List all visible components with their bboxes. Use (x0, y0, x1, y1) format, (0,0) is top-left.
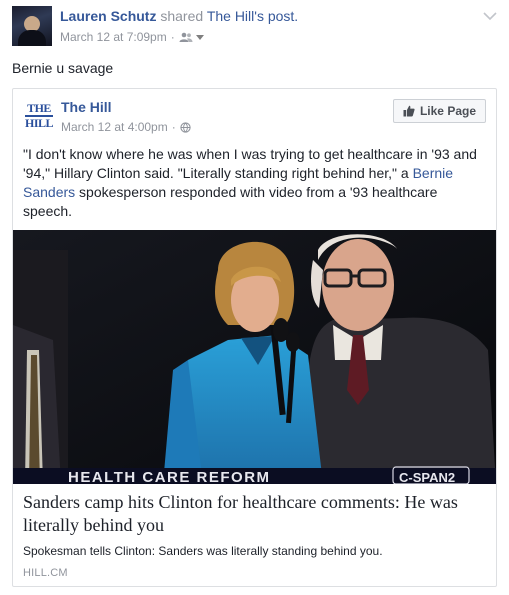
cspan-bug-text: C-SPAN2 (399, 470, 455, 484)
post-message: Bernie u savage (12, 60, 114, 76)
page-name-link[interactable]: The Hill (61, 99, 112, 115)
link-domain: HILL.CM (23, 567, 68, 579)
photo-banner-text: HEALTH CARE REFORM (68, 469, 271, 484)
shared-post-timestamp[interactable]: March 12 at 4:00pm (61, 120, 168, 134)
meta-separator: · (170, 30, 175, 44)
friends-icon[interactable] (179, 32, 193, 42)
author-avatar[interactable] (12, 6, 52, 46)
the-hill-logo[interactable]: THE HILL (21, 98, 57, 134)
thumbs-up-icon (403, 105, 415, 117)
like-page-button[interactable]: Like Page (392, 99, 486, 123)
shared-source-link[interactable]: The Hill's post. (207, 8, 298, 24)
author-name-link[interactable]: Lauren Schutz (60, 8, 156, 24)
shared-verb: shared (160, 8, 204, 24)
like-page-label: Like Page (419, 104, 476, 118)
meta-separator: · (171, 120, 176, 134)
shared-post-text: "I don't know where he was when I was tr… (23, 146, 477, 219)
shared-post-meta: March 12 at 4:00pm · (61, 120, 191, 134)
post-timestamp[interactable]: March 12 at 7:09pm (60, 30, 167, 44)
globe-icon[interactable] (180, 121, 191, 133)
post-header: Lauren Schutz shared The Hill's post. (60, 8, 298, 24)
post-options-chevron-icon[interactable] (483, 8, 497, 21)
link-title[interactable]: Sanders camp hits Clinton for healthcare… (23, 491, 485, 537)
video-thumbnail-image[interactable]: HEALTH CARE REFORM C-SPAN2 (13, 230, 496, 484)
link-description: Spokesman tells Clinton: Sanders was lit… (23, 544, 383, 558)
post-meta: March 12 at 7:09pm · (60, 30, 204, 44)
shared-post-card: THE HILL The Hill March 12 at 4:00pm · L… (12, 88, 497, 587)
feed-post: Lauren Schutz shared The Hill's post. Ma… (0, 0, 509, 595)
audience-dropdown-icon[interactable] (195, 34, 204, 40)
